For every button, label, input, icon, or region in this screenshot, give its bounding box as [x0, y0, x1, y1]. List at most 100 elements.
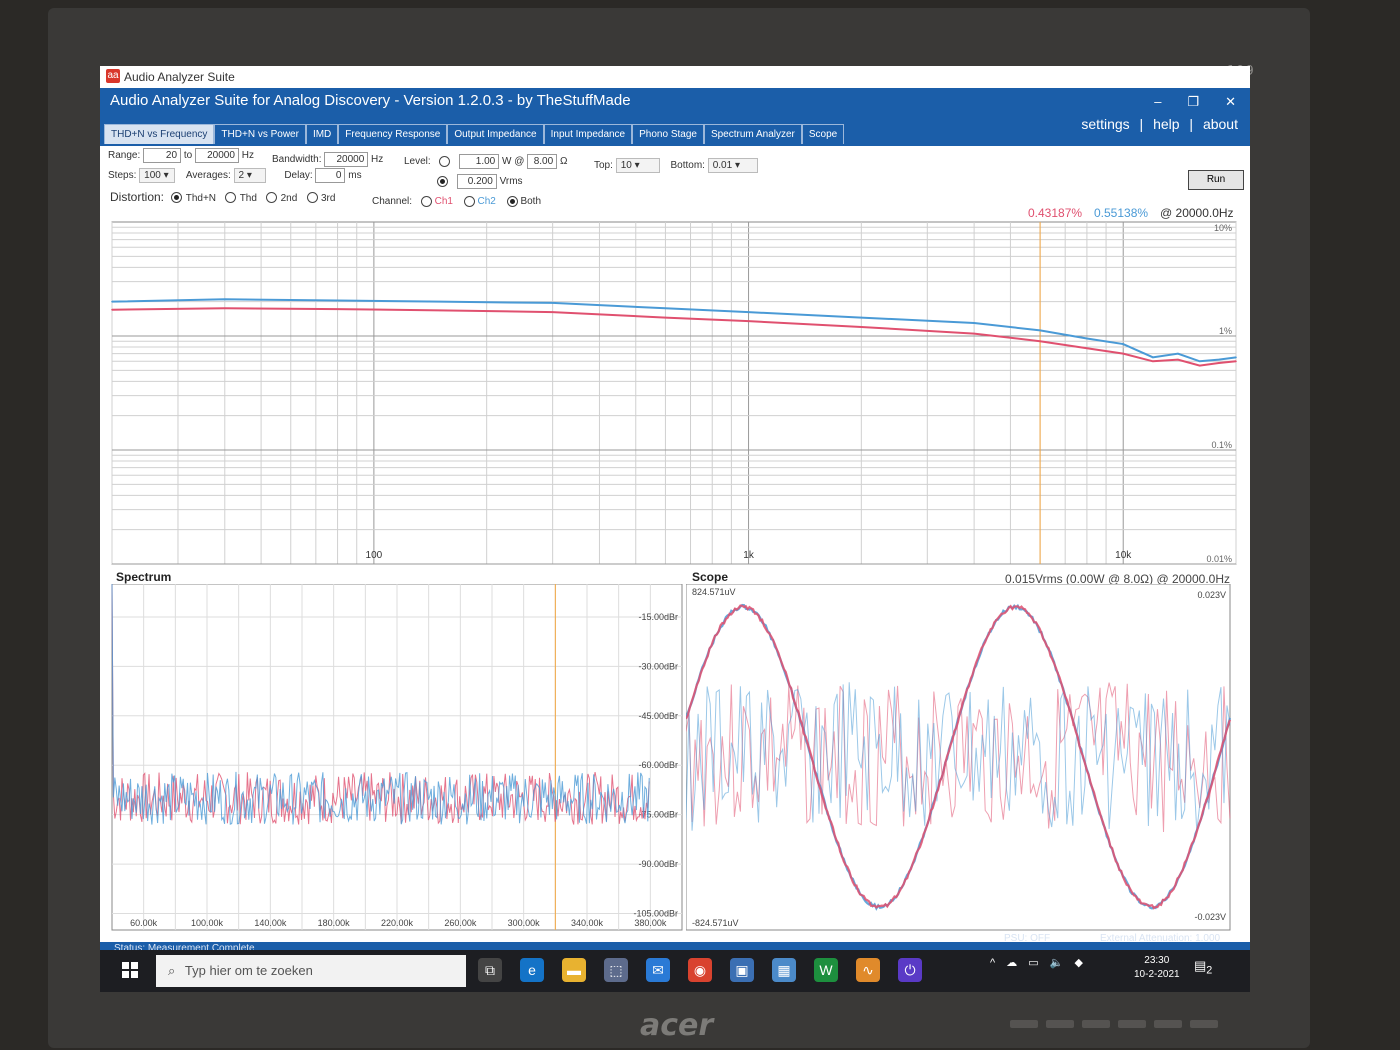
data-point-ch1 — [1152, 360, 1154, 363]
averages-value: 2 — [238, 170, 245, 181]
tab-phono-stage[interactable]: Phono Stage — [632, 124, 704, 144]
tab-spectrum-analyzer[interactable]: Spectrum Analyzer — [703, 124, 802, 144]
cloud-icon[interactable]: ☁ — [1006, 957, 1017, 969]
range-from-input[interactable]: 20 — [143, 148, 182, 163]
search-placeholder: Typ hier om te zoeken — [184, 963, 313, 978]
store-icon[interactable]: ⬚ — [604, 958, 628, 982]
scope-chart[interactable]: 824.571uV -824.571uV 0.023V -0.023V — [686, 584, 1232, 938]
channel-both-radio[interactable] — [506, 196, 518, 207]
level-vrms-input[interactable]: 0.200 — [456, 174, 497, 189]
data-point-ch2 — [551, 302, 554, 304]
top-label: Top: — [594, 160, 613, 171]
channel-ch1-radio[interactable] — [420, 196, 432, 207]
channel-ch2-radio[interactable] — [463, 196, 475, 207]
plot-area — [686, 584, 1231, 931]
y-tick-label: -105.00dBr — [633, 909, 678, 919]
screen: aa Audio Analyzer Suite Audio Analyzer S… — [100, 66, 1250, 992]
edge-icon[interactable]: e — [520, 958, 544, 982]
range-to-input[interactable]: 20000 — [194, 148, 239, 163]
x-tick-label: 60.00k — [130, 918, 158, 928]
data-point-ch2 — [439, 300, 441, 303]
scope-title: Scope — [692, 570, 729, 584]
tab-frequency-response[interactable]: Frequency Response — [338, 124, 448, 144]
bottom-value: 0.01 — [712, 160, 733, 171]
tab-input-impedance[interactable]: Input Impedance — [543, 124, 633, 144]
plot-area — [111, 221, 1237, 565]
photos-icon[interactable]: ▦ — [772, 958, 796, 982]
taskbar-search[interactable]: ⌕ Typ hier om te zoeken — [156, 955, 466, 987]
data-point-ch1 — [747, 320, 750, 322]
top-select[interactable]: 10 ▾ — [615, 158, 660, 173]
audio-analyzer-icon[interactable]: ∿ — [856, 958, 880, 982]
chevron-up-icon[interactable]: ^ — [990, 957, 995, 969]
tab-output-impedance[interactable]: Output Impedance — [447, 124, 544, 144]
w-app-icon[interactable]: W — [814, 958, 838, 982]
level-watt-radio[interactable] — [439, 155, 451, 167]
averages-select[interactable]: 2 ▾ — [233, 168, 266, 183]
bandwidth-input[interactable]: 20000 — [324, 152, 369, 167]
top-links: settings | help | about — [1081, 116, 1238, 132]
x-tick-label: 260.00k — [444, 918, 477, 928]
link-separator: | — [1189, 116, 1194, 132]
run-button[interactable]: Run — [1188, 170, 1244, 190]
distortion-3rd-radio[interactable] — [306, 192, 318, 204]
tab-scope[interactable]: Scope — [801, 124, 845, 144]
volume-icon[interactable]: 🔈 — [1050, 957, 1064, 969]
load-ohm-input[interactable]: 8.00 — [527, 154, 558, 169]
delay-unit: ms — [348, 170, 362, 181]
tab-thd-n-vs-power[interactable]: THD+N vs Power — [214, 124, 306, 144]
thd-vs-frequency-chart[interactable]: 100 1k 10k 10% 1% 0.1% 0.01% — [110, 220, 1242, 566]
data-point-ch1 — [1198, 364, 1201, 367]
tab-thd-n-vs-frequency[interactable]: THD+N vs Frequency — [104, 124, 215, 144]
data-point-ch1 — [1086, 347, 1088, 350]
data-point-ch2 — [1122, 343, 1125, 345]
tab-imd[interactable]: IMD — [305, 124, 339, 144]
y-tick-label: -45.00dBr — [638, 711, 678, 721]
steps-select[interactable]: 100 ▾ — [139, 168, 176, 183]
help-link[interactable]: help — [1153, 116, 1179, 132]
windows-start-icon[interactable] — [122, 962, 138, 978]
task-view-icon[interactable]: ⧉ — [478, 958, 502, 982]
y-tick-label: 0.01% — [1206, 554, 1232, 564]
clock-date: 10-2-2021 — [1134, 969, 1180, 980]
file-explorer-icon[interactable]: ▬ — [562, 958, 586, 982]
close-button[interactable]: ✕ — [1225, 94, 1236, 110]
settings-link[interactable]: settings — [1081, 116, 1129, 132]
x-tick-label: 10k — [1115, 550, 1132, 561]
window-titlebar: aa Audio Analyzer Suite — [100, 66, 1250, 88]
distortion-thd-radio[interactable] — [225, 192, 237, 204]
minimize-button[interactable]: – — [1154, 94, 1161, 110]
left-top-label: 824.571uV — [692, 587, 736, 597]
about-link[interactable]: about — [1203, 116, 1238, 132]
distortion-thdn-radio[interactable] — [171, 192, 183, 204]
mail-icon[interactable]: ✉ — [646, 958, 670, 982]
dropbox-icon[interactable]: ◆ — [1075, 957, 1083, 969]
readout-ch2: 0.55138% — [1094, 206, 1149, 220]
data-point-ch2 — [1086, 337, 1088, 340]
taskbar: ⌕ Typ hier om te zoeken ⧉ e ▬ ⬚ ✉ ◉ ▣ ▦ W ∿ ⏻ ^ ☁ … — [100, 950, 1250, 992]
data-point-ch2 — [1039, 329, 1041, 332]
power-app-icon[interactable]: ⏻ — [898, 958, 922, 982]
y-tick-label: 1% — [1219, 326, 1232, 336]
distortion-thdn-label: Thd+N — [185, 193, 217, 204]
network-icon[interactable]: ▭ — [1028, 957, 1038, 969]
steps-value: 100 — [144, 170, 161, 181]
bottom-select[interactable]: 0.01 ▾ — [707, 158, 758, 173]
x-tick-label: 100 — [366, 550, 383, 561]
network-app-icon[interactable]: ▣ — [730, 958, 754, 982]
restore-button[interactable]: ❐ — [1187, 94, 1199, 110]
chrome-icon[interactable]: ◉ — [688, 958, 712, 982]
delay-input[interactable]: 0 — [315, 168, 346, 183]
spectrum-title: Spectrum — [116, 570, 172, 584]
taskbar-clock[interactable]: 23:30 10-2-2021 — [1134, 954, 1180, 982]
notification-icon[interactable]: ▤2 — [1194, 958, 1214, 978]
x-tick-label: 100.00k — [191, 918, 224, 928]
data-point-ch1 — [336, 308, 339, 310]
distortion-label: Distortion: — [110, 190, 165, 204]
monitor-buttons[interactable] — [1010, 1020, 1218, 1028]
averages-label: Averages: — [185, 170, 231, 181]
level-watt-input[interactable]: 1.00 — [459, 154, 500, 169]
level-vrms-radio[interactable] — [437, 175, 448, 187]
distortion-2nd-radio[interactable] — [266, 192, 278, 204]
spectrum-chart[interactable]: 60.00k 100.00k 140.00k 180.00k 220.00k 260.00… — [110, 584, 684, 938]
